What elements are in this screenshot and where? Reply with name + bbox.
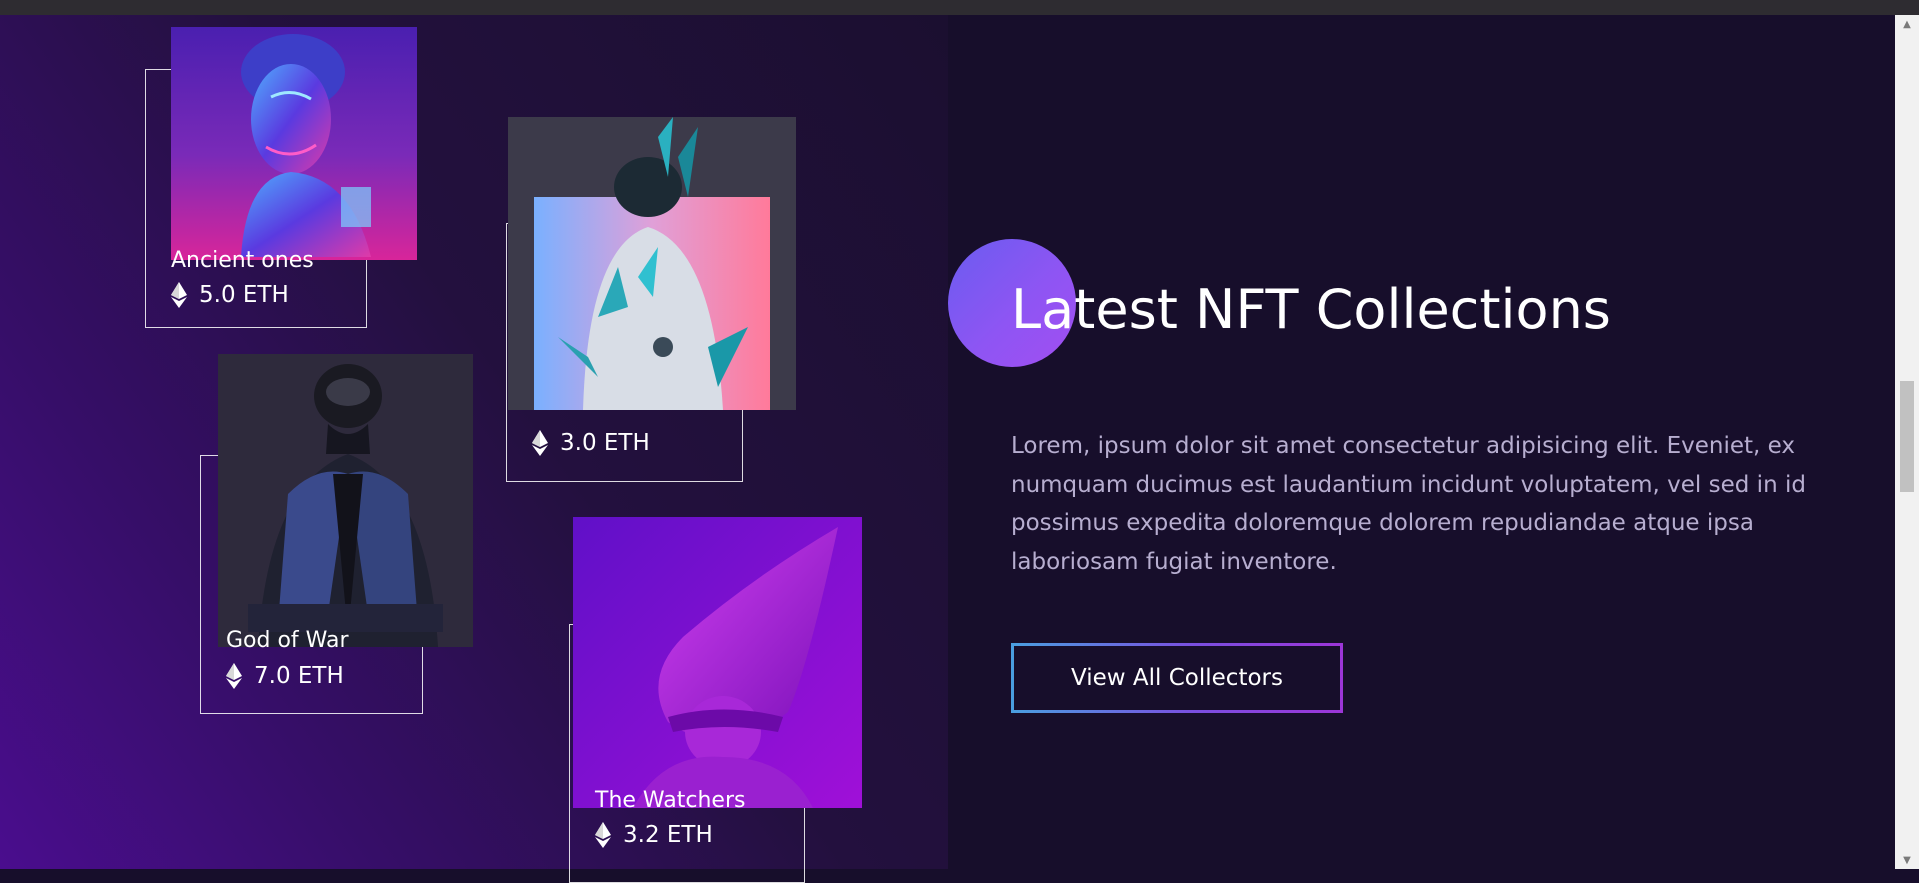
nft-image-ancient-ones [171,27,417,260]
section-description: Lorem, ipsum dolor sit amet consectetur … [1011,433,1806,575]
nft-card-god-of-war[interactable]: God of War 7.0 ETH [200,354,473,714]
nft-price: 3.2 ETH [595,822,713,848]
scrollbar-thumb[interactable] [1900,381,1914,492]
browser-top-bar [0,0,1919,16]
page-scrollbar[interactable]: ▲ ▼ [1895,15,1919,869]
nft-image-astronaut [508,117,796,410]
nft-card-astronaut[interactable]: 3.0 ETH [506,117,796,482]
section-heading: Latest NFT Collections [1011,278,1611,341]
view-all-collectors-button[interactable]: View All Collectors [1011,643,1343,713]
nft-price-value: 7.0 ETH [254,663,344,689]
nft-price: 7.0 ETH [226,663,344,689]
nft-name: The Watchers [595,788,746,813]
ethereum-icon [171,282,187,308]
nft-price: 5.0 ETH [171,282,289,308]
ethereum-icon [226,663,242,689]
nft-price-value: 5.0 ETH [199,282,289,308]
nft-image-the-watchers [573,517,862,808]
nft-name: God of War [226,628,349,653]
nft-showcase-panel: Ancient ones 5.0 ETH 3.0 ETH God of War … [0,15,948,883]
nft-card-ancient-ones[interactable]: Ancient ones 5.0 ETH [145,27,417,328]
nft-name: Ancient ones [171,248,314,273]
scroll-up-arrow-icon[interactable]: ▲ [1895,15,1919,33]
ethereum-icon [532,430,548,456]
nft-card-the-watchers[interactable]: The Watchers 3.2 ETH [569,517,862,883]
nft-price-value: 3.0 ETH [560,430,650,456]
nft-price: 3.0 ETH [532,430,650,456]
ethereum-icon [595,822,611,848]
scroll-down-arrow-icon[interactable]: ▼ [1895,851,1919,869]
nft-price-value: 3.2 ETH [623,822,713,848]
nft-image-god-of-war [218,354,473,647]
